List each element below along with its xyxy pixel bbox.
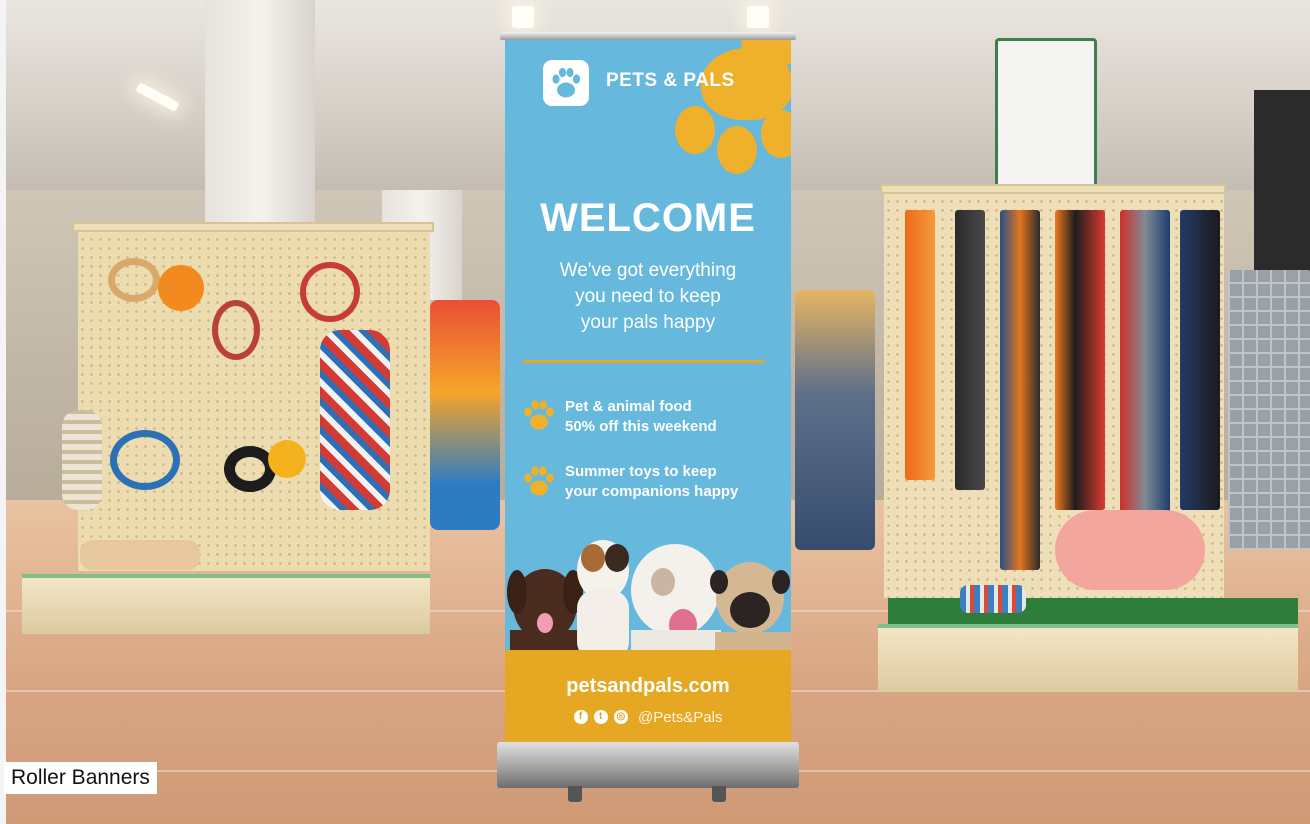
ball-toy — [158, 265, 204, 311]
brand-name: PETS & PALS — [606, 70, 735, 91]
pug — [710, 562, 791, 660]
brand-logo — [543, 60, 589, 106]
image-left-border — [0, 0, 6, 824]
leash-display — [1000, 210, 1040, 570]
bulldog — [631, 544, 721, 660]
rope-toy — [110, 430, 180, 490]
offer-line: your companions happy — [565, 483, 739, 500]
subtitle-line: your pals happy — [580, 312, 716, 333]
leash-display — [1120, 210, 1170, 540]
rope-toy — [212, 300, 260, 360]
aisle-display — [795, 290, 875, 550]
rope-toy-bundle — [320, 330, 390, 510]
banner-divider — [523, 360, 765, 363]
image-caption: Roller Banners — [4, 762, 157, 794]
paw-toe-icon — [761, 110, 791, 158]
wire-crate — [1228, 270, 1310, 550]
leash-display — [1180, 210, 1220, 510]
chew-toy — [80, 540, 200, 570]
puppy-white — [577, 540, 629, 660]
banner-headline: WELCOME — [540, 196, 756, 240]
banner-subtitle: We've got everything you need to keep yo… — [505, 258, 791, 336]
paw-logo-icon — [552, 67, 581, 98]
banner-footer — [505, 650, 791, 750]
right-shelf-base — [878, 624, 1298, 692]
stand-foot — [712, 786, 726, 802]
social-row: f t ◎ @Pets&Pals — [505, 708, 791, 726]
offer-item: Pet & animal food 50% off this weekend — [565, 397, 717, 437]
dogs-photo — [507, 540, 791, 660]
right-shelf-top — [880, 184, 1226, 194]
left-shelf-base — [22, 574, 430, 634]
offer-line: Pet & animal food — [565, 398, 692, 415]
ball-toy — [268, 440, 306, 478]
social-handle: @Pets&Pals — [638, 708, 723, 726]
offer-line: 50% off this weekend — [565, 418, 717, 435]
dog-mannequin-coat — [1055, 510, 1205, 590]
side-display — [430, 300, 500, 530]
rope-toy — [108, 258, 160, 302]
paw-icon — [524, 400, 554, 430]
offer-line: Summer toys to keep — [565, 463, 717, 480]
pet-bowl — [960, 585, 1026, 613]
left-shelf-top — [72, 222, 434, 232]
paw-toe-icon — [717, 126, 757, 174]
puppy-brown — [507, 569, 583, 660]
banner-stand — [497, 742, 799, 788]
twitter-icon: t — [593, 710, 608, 725]
offer-item: Summer toys to keep your companions happ… — [565, 462, 738, 502]
ceiling-light — [512, 6, 534, 28]
store-pillar — [205, 0, 315, 230]
subtitle-line: We've got everything — [559, 260, 737, 281]
leash-display — [1055, 210, 1105, 510]
rope-toy — [62, 410, 102, 510]
ceiling-light — [747, 6, 769, 28]
facebook-icon: f — [573, 710, 588, 725]
instagram-icon: ◎ — [613, 710, 628, 725]
subtitle-line: you need to keep — [575, 286, 721, 307]
paw-icon — [524, 466, 554, 496]
artificial-turf — [888, 598, 1298, 626]
stand-foot — [568, 786, 582, 802]
wall-sign-board — [995, 38, 1097, 192]
banner-top-bar — [500, 32, 796, 40]
rope-toy — [300, 262, 360, 322]
leash-display — [905, 210, 935, 480]
paw-toe-icon — [675, 106, 715, 154]
banner-website: petsandpals.com — [566, 675, 730, 697]
leash-display — [955, 210, 985, 490]
